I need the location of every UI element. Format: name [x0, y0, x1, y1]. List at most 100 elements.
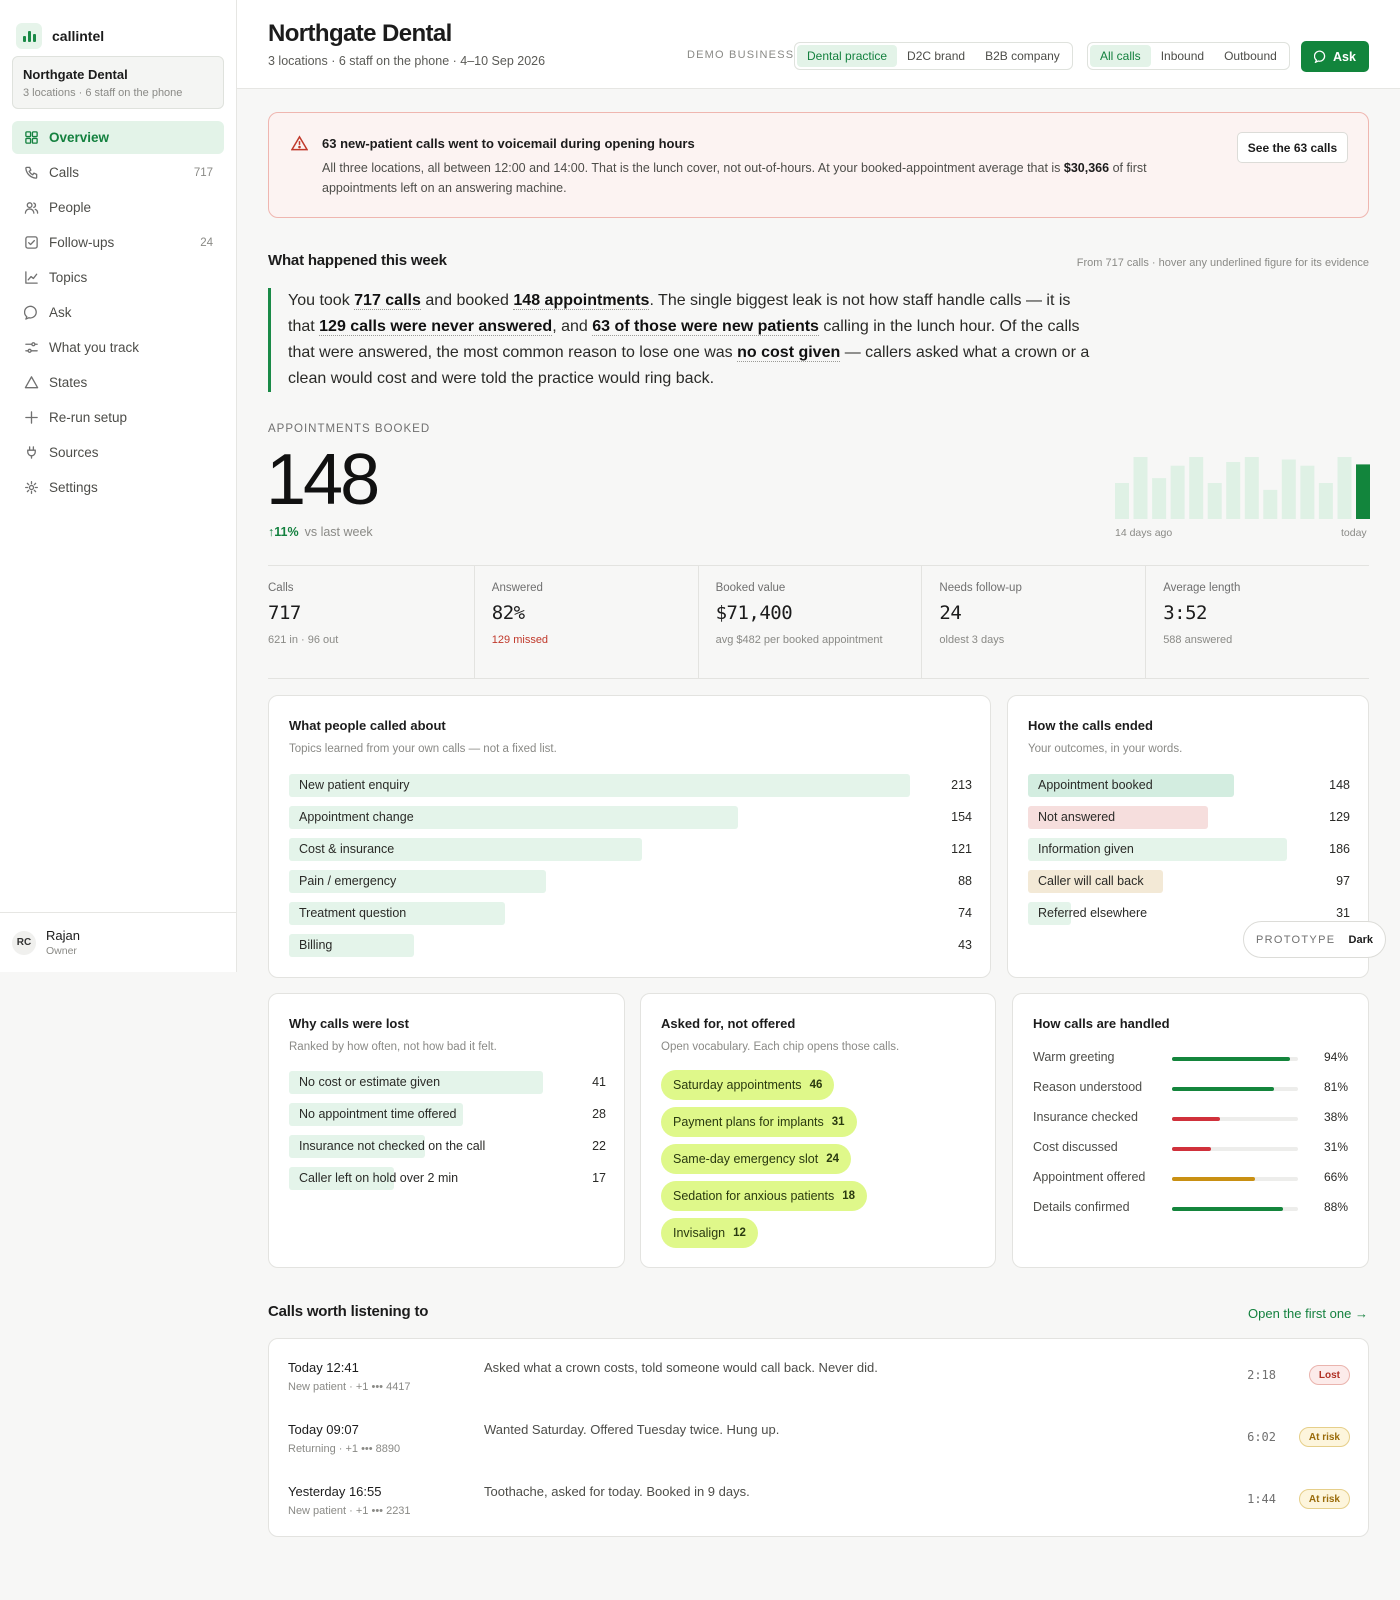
- call-row[interactable]: Today 12:41 New patient · +1 ••• 4417 Aske…: [288, 1360, 1350, 1400]
- business-type-d2c-brand[interactable]: D2C brand: [897, 45, 975, 67]
- topics-count: 74: [958, 906, 972, 920]
- direction-tab-all-calls[interactable]: All calls: [1090, 45, 1151, 67]
- stat-sub: avg $482 per booked appointment: [715, 634, 883, 646]
- asked-title: Asked for, not offered: [661, 1016, 796, 1031]
- lost-row[interactable]: No cost or estimate given 41: [289, 1071, 606, 1094]
- open-first-call-link[interactable]: Open the first one →: [1248, 1306, 1368, 1321]
- chip-label: Sedation for anxious patients: [673, 1189, 835, 1203]
- see-calls-button[interactable]: See the 63 calls: [1237, 132, 1348, 163]
- evidence-unanswered[interactable]: 129 calls were never answered: [319, 318, 553, 336]
- demand-chip[interactable]: Saturday appointments 46: [661, 1070, 835, 1100]
- topics-row[interactable]: Appointment change 154: [289, 806, 972, 829]
- chat-icon: [1314, 50, 1326, 63]
- lost-label: Insurance not checked on the call: [299, 1139, 486, 1153]
- sidebar-item-re-run-setup[interactable]: Re-run setup: [12, 401, 224, 434]
- dark-mode-toggle[interactable]: Dark: [1349, 934, 1373, 946]
- handling-row[interactable]: Insurance checked 38%: [1033, 1108, 1348, 1128]
- evidence-appointments[interactable]: 148 appointments: [513, 292, 650, 310]
- topics-row[interactable]: Cost & insurance 121: [289, 838, 972, 861]
- avatar: RC: [12, 930, 36, 955]
- status-badge: At risk: [1298, 1489, 1350, 1509]
- topics-row[interactable]: Treatment question 74: [289, 902, 972, 925]
- evidence-new-patients[interactable]: 63 of those were new patients: [592, 318, 819, 336]
- handling-label: Details confirmed: [1033, 1200, 1130, 1214]
- outcomes-label: Caller will call back: [1038, 874, 1144, 888]
- sidebar-item-follow-ups[interactable]: Follow-ups 24: [12, 226, 224, 259]
- lost-row[interactable]: Caller left on hold over 2 min 17: [289, 1167, 606, 1190]
- sidebar: callintel Northgate Dental 3 locations ·…: [0, 0, 237, 972]
- outcomes-count: 186: [1329, 842, 1350, 856]
- sidebar-item-topics[interactable]: Topics: [12, 261, 224, 294]
- user-menu[interactable]: RC Rajan Owner: [0, 912, 236, 972]
- evidence-calls[interactable]: 717 calls: [354, 292, 421, 310]
- handling-row[interactable]: Reason understood 81%: [1033, 1078, 1348, 1098]
- sidebar-item-settings[interactable]: Settings: [12, 471, 224, 504]
- direction-tab-inbound[interactable]: Inbound: [1151, 45, 1214, 67]
- business-type-b2b-company[interactable]: B2B company: [975, 45, 1070, 67]
- handling-row[interactable]: Appointment offered 66%: [1033, 1168, 1348, 1188]
- handling-bar: [1172, 1147, 1212, 1151]
- outcomes-row[interactable]: Caller will call back 97: [1028, 870, 1350, 893]
- call-duration: 1:44: [1247, 1492, 1276, 1506]
- demand-chip[interactable]: Payment plans for implants 31: [661, 1107, 857, 1137]
- sidebar-item-people[interactable]: People: [12, 191, 224, 224]
- sidebar-item-sources[interactable]: Sources: [12, 436, 224, 469]
- handling-row[interactable]: Cost discussed 31%: [1033, 1138, 1348, 1158]
- sidebar-item-label: Ask: [49, 305, 72, 320]
- outcomes-row[interactable]: Appointment booked 148: [1028, 774, 1350, 797]
- brand[interactable]: callintel: [0, 0, 236, 56]
- sidebar-item-count: 24: [200, 236, 213, 249]
- direction-tab-outbound[interactable]: Outbound: [1214, 45, 1287, 67]
- page-header: Northgate Dental 3 locations · 6 staff o…: [237, 0, 1400, 89]
- sidebar-item-what-you-track[interactable]: What you track: [12, 331, 224, 364]
- prototype-label: PROTOTYPE: [1256, 933, 1336, 946]
- outcomes-row[interactable]: Information given 186: [1028, 838, 1350, 861]
- alert-body: All three locations, all between 12:00 a…: [322, 158, 1222, 198]
- sparkline-bar: [1152, 478, 1167, 519]
- chip-count: 46: [809, 1079, 823, 1091]
- sidebar-item-ask[interactable]: Ask: [12, 296, 224, 329]
- topics-row[interactable]: Pain / emergency 88: [289, 870, 972, 893]
- handling-bar: [1172, 1117, 1220, 1121]
- handling-row[interactable]: Warm greeting 94%: [1033, 1048, 1348, 1068]
- topics-row[interactable]: Billing 43: [289, 934, 972, 957]
- demand-chip[interactable]: Sedation for anxious patients 18: [661, 1181, 868, 1211]
- sparkline-bar: [1226, 462, 1241, 519]
- stat-average-length[interactable]: Average length 3:52 588 answered: [1145, 566, 1369, 678]
- sidebar-item-count: 717: [193, 166, 213, 179]
- plug-icon: [23, 445, 39, 461]
- lost-count: 22: [592, 1139, 606, 1153]
- call-row[interactable]: Today 09:07 Returning · +1 ••• 8890 Wanted…: [288, 1422, 1350, 1462]
- lost-row[interactable]: Insurance not checked on the call 22: [289, 1135, 606, 1158]
- stat-value: 82%: [491, 602, 525, 624]
- sidebar-item-states[interactable]: States: [12, 366, 224, 399]
- lost-row[interactable]: No appointment time offered 28: [289, 1103, 606, 1126]
- business-type-dental-practice[interactable]: Dental practice: [797, 45, 898, 67]
- sidebar-item-label: Re-run setup: [49, 410, 128, 425]
- line-chart-icon: [23, 270, 39, 286]
- topics-count: 43: [958, 938, 972, 952]
- handling-label: Reason understood: [1033, 1080, 1143, 1094]
- ask-button[interactable]: Ask: [1301, 41, 1369, 72]
- plus-icon: [23, 410, 39, 426]
- stat-needs-follow-up[interactable]: Needs follow-up 24 oldest 3 days: [921, 566, 1145, 678]
- stat-calls[interactable]: Calls 717 621 in · 96 out: [268, 566, 474, 678]
- lost-count: 17: [592, 1171, 606, 1185]
- topics-label: Appointment change: [299, 810, 414, 824]
- chip-label: Same-day emergency slot: [673, 1152, 819, 1166]
- outcomes-row[interactable]: Not answered 129: [1028, 806, 1350, 829]
- sidebar-item-calls[interactable]: Calls 717: [12, 156, 224, 189]
- call-direction-filter: All calls Inbound Outbound: [1087, 42, 1290, 70]
- outcomes-count: 148: [1329, 778, 1350, 792]
- demand-chip[interactable]: Invisalign 12: [661, 1218, 758, 1248]
- handling-row[interactable]: Details confirmed 88%: [1033, 1198, 1348, 1218]
- stat-booked-value[interactable]: Booked value $71,400 avg $482 per booked a…: [697, 566, 922, 678]
- stat-answered[interactable]: Answered 82% 129 missed: [473, 566, 698, 678]
- call-row[interactable]: Yesterday 16:55 New patient · +1 ••• 2231…: [288, 1484, 1350, 1524]
- sidebar-item-overview[interactable]: Overview: [12, 121, 224, 154]
- demand-chip[interactable]: Same-day emergency slot 24: [661, 1144, 851, 1174]
- evidence-no-cost[interactable]: no cost given: [737, 344, 841, 362]
- org-switcher[interactable]: Northgate Dental 3 locations · 6 staff o…: [12, 56, 224, 109]
- topics-row[interactable]: New patient enquiry 213: [289, 774, 972, 797]
- lost-label: No appointment time offered: [299, 1107, 457, 1121]
